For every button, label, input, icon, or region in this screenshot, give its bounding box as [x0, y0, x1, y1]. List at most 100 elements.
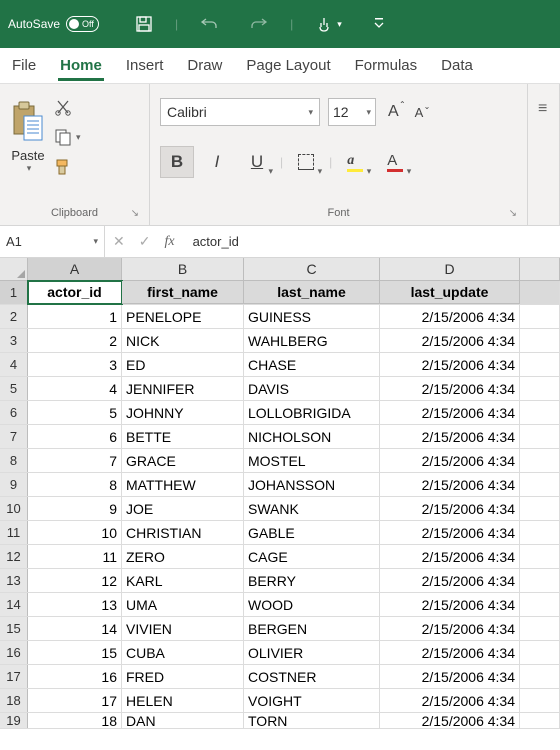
cell[interactable]: actor_id [28, 281, 122, 304]
cell[interactable]: 2/15/2006 4:34 [380, 713, 520, 728]
cell[interactable]: 8 [28, 473, 122, 496]
cell[interactable]: CAGE [244, 545, 380, 568]
cell[interactable]: TORN [244, 713, 380, 728]
cell[interactable] [520, 377, 560, 400]
select-all-triangle[interactable] [0, 258, 28, 280]
cell[interactable] [520, 305, 560, 328]
cell[interactable]: LOLLOBRIGIDA [244, 401, 380, 424]
cell[interactable] [520, 713, 560, 728]
cell[interactable]: 6 [28, 425, 122, 448]
cell[interactable]: 15 [28, 641, 122, 664]
cell[interactable]: last_name [244, 281, 380, 304]
cell[interactable]: first_name [122, 281, 244, 304]
tab-data[interactable]: Data [441, 51, 473, 80]
cell[interactable]: FRED [122, 665, 244, 688]
undo-icon[interactable] [200, 15, 218, 33]
cell[interactable]: 9 [28, 497, 122, 520]
cell[interactable]: 18 [28, 713, 122, 728]
customize-qat-icon[interactable] [374, 17, 384, 31]
cut-button[interactable] [54, 98, 81, 116]
cell[interactable]: 4 [28, 377, 122, 400]
cell[interactable] [520, 545, 560, 568]
cell[interactable] [520, 665, 560, 688]
font-family-select[interactable]: Calibri▾ [160, 98, 320, 126]
cell[interactable]: JOHNNY [122, 401, 244, 424]
dialog-launcher-icon[interactable]: ↘ [509, 208, 517, 219]
cell[interactable]: 2/15/2006 4:34 [380, 329, 520, 352]
cell[interactable]: JENNIFER [122, 377, 244, 400]
cell[interactable]: OLIVIER [244, 641, 380, 664]
cell[interactable]: NICHOLSON [244, 425, 380, 448]
cancel-formula-icon[interactable]: ✕ [113, 233, 125, 250]
cell[interactable]: ZERO [122, 545, 244, 568]
cell[interactable]: BERRY [244, 569, 380, 592]
cell[interactable]: 2/15/2006 4:34 [380, 521, 520, 544]
tab-formulas[interactable]: Formulas [355, 51, 418, 80]
name-box[interactable]: A1▾ [0, 226, 105, 257]
cell[interactable] [520, 521, 560, 544]
cell[interactable] [520, 425, 560, 448]
cell[interactable]: BETTE [122, 425, 244, 448]
row-header[interactable]: 5 [0, 377, 28, 400]
copy-button[interactable]: ▾ [54, 128, 81, 146]
redo-icon[interactable] [250, 15, 268, 33]
cell[interactable] [520, 641, 560, 664]
cell[interactable]: 2/15/2006 4:34 [380, 449, 520, 472]
cell[interactable]: 2/15/2006 4:34 [380, 377, 520, 400]
row-header[interactable]: 18 [0, 689, 28, 712]
cell[interactable]: CHRISTIAN [122, 521, 244, 544]
cell[interactable]: BERGEN [244, 617, 380, 640]
cell[interactable] [520, 281, 560, 304]
font-size-select[interactable]: 12▾ [328, 98, 376, 126]
row-header[interactable]: 7 [0, 425, 28, 448]
row-header[interactable]: 9 [0, 473, 28, 496]
cell[interactable]: VOIGHT [244, 689, 380, 712]
cell[interactable]: VIVIEN [122, 617, 244, 640]
paste-button[interactable]: Paste ▾ [10, 100, 46, 174]
cell[interactable]: 2/15/2006 4:34 [380, 617, 520, 640]
toggle-switch[interactable]: Off [66, 16, 99, 32]
cell[interactable]: 2/15/2006 4:34 [380, 593, 520, 616]
cell[interactable]: 2/15/2006 4:34 [380, 569, 520, 592]
cell[interactable]: DAN [122, 713, 244, 728]
row-header[interactable]: 14 [0, 593, 28, 616]
column-header[interactable]: D [380, 258, 520, 280]
cell[interactable]: WAHLBERG [244, 329, 380, 352]
cell[interactable]: NICK [122, 329, 244, 352]
column-header[interactable]: A [28, 258, 122, 280]
cell[interactable]: COSTNER [244, 665, 380, 688]
dialog-launcher-icon[interactable]: ↘ [131, 208, 139, 219]
cell[interactable]: ED [122, 353, 244, 376]
cell[interactable]: KARL [122, 569, 244, 592]
cell[interactable] [520, 449, 560, 472]
save-icon[interactable] [135, 15, 153, 33]
row-header[interactable]: 19 [0, 713, 28, 728]
cell[interactable]: 2/15/2006 4:34 [380, 665, 520, 688]
decrease-font-icon[interactable]: A⌄ [411, 103, 428, 122]
increase-font-icon[interactable]: A⌃ [384, 101, 403, 123]
italic-button[interactable]: I [200, 146, 234, 178]
cell[interactable]: 2/15/2006 4:34 [380, 353, 520, 376]
font-color-button[interactable]: A▾ [378, 146, 412, 178]
borders-button[interactable]: ▾ [289, 146, 323, 178]
touch-mode-icon[interactable]: ▾ [315, 15, 342, 33]
cell[interactable]: 2/15/2006 4:34 [380, 689, 520, 712]
cell[interactable]: 2/15/2006 4:34 [380, 473, 520, 496]
column-header[interactable] [520, 258, 560, 280]
cell[interactable]: SWANK [244, 497, 380, 520]
cell[interactable]: 5 [28, 401, 122, 424]
row-header[interactable]: 10 [0, 497, 28, 520]
format-painter-button[interactable] [54, 158, 81, 176]
tab-file[interactable]: File [12, 51, 36, 80]
underline-button[interactable]: U▾ [240, 146, 274, 178]
cell[interactable]: GABLE [244, 521, 380, 544]
cell[interactable]: 14 [28, 617, 122, 640]
fx-icon[interactable]: fx [164, 234, 174, 250]
cell[interactable]: CHASE [244, 353, 380, 376]
cell[interactable]: 2/15/2006 4:34 [380, 545, 520, 568]
cell[interactable]: PENELOPE [122, 305, 244, 328]
cell[interactable]: 2 [28, 329, 122, 352]
cell[interactable]: JOE [122, 497, 244, 520]
row-header[interactable]: 13 [0, 569, 28, 592]
row-header[interactable]: 8 [0, 449, 28, 472]
